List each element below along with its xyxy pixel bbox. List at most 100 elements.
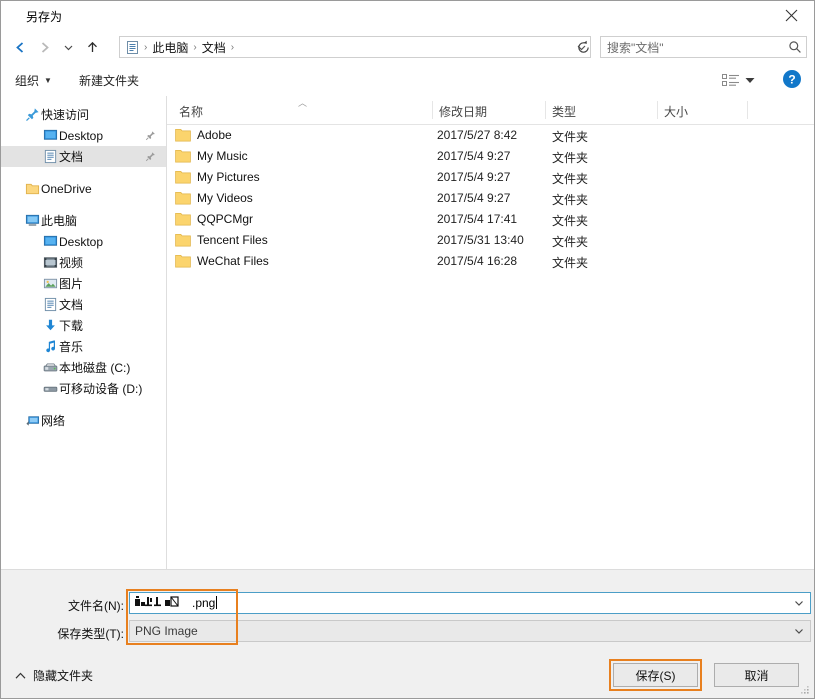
close-icon <box>785 9 798 22</box>
filetype-label: 保存类型(T): <box>26 625 124 642</box>
search-icon <box>784 40 806 54</box>
file-name: Adobe <box>197 128 232 142</box>
breadcrumb: › 此电脑 › 文档 › <box>120 37 572 57</box>
column-divider[interactable] <box>657 101 658 119</box>
column-header-type[interactable]: 类型 <box>552 103 576 120</box>
file-name: WeChat Files <box>197 254 269 268</box>
filetype-dropdown-button[interactable] <box>788 621 810 641</box>
file-date: 2017/5/27 8:42 <box>437 128 517 142</box>
sidebar-item-downloads[interactable]: 下载 <box>1 315 166 336</box>
downloads-icon <box>41 317 59 335</box>
close-button[interactable] <box>768 1 814 30</box>
folder-icon <box>175 233 191 247</box>
table-row[interactable]: Tencent Files 2017/5/31 13:40 文件夹 <box>167 230 814 251</box>
table-row[interactable]: My Music 2017/5/4 9:27 文件夹 <box>167 146 814 167</box>
search-input[interactable]: 搜索"文档" <box>601 39 784 56</box>
folder-icon <box>175 254 191 268</box>
file-date: 2017/5/4 9:27 <box>437 149 510 163</box>
sidebar-item-quick-desktop[interactable]: Desktop <box>1 125 166 146</box>
folder-icon <box>175 128 191 142</box>
table-row[interactable]: QQPCMgr 2017/5/4 17:41 文件夹 <box>167 209 814 230</box>
address-bar-row: › 此电脑 › 文档 › 搜索"文档" <box>1 31 814 63</box>
sidebar-item-local-disk-c[interactable]: 本地磁盘 (C:) <box>1 357 166 378</box>
pictures-icon <box>41 275 59 293</box>
file-type: 文件夹 <box>552 212 588 229</box>
change-view-button[interactable] <box>722 69 755 91</box>
sidebar-item-documents[interactable]: 文档 <box>1 294 166 315</box>
window-title: 另存为 <box>26 8 62 25</box>
up-one-level-button[interactable] <box>81 36 103 58</box>
music-icon <box>41 338 59 356</box>
table-row[interactable]: My Videos 2017/5/4 9:27 文件夹 <box>167 188 814 209</box>
garbled-glyphs-icon <box>135 596 191 608</box>
chevron-down-icon <box>793 597 805 609</box>
navigation-buttons <box>9 35 103 59</box>
sidebar-item-music[interactable]: 音乐 <box>1 336 166 357</box>
refresh-button[interactable] <box>572 36 594 58</box>
navigation-pane[interactable]: 快速访问 Desktop <box>1 96 167 569</box>
sidebar-item-removable-disk-d[interactable]: 可移动设备 (D:) <box>1 378 166 399</box>
file-rows: Adobe 2017/5/27 8:42 文件夹 My Music 2017/5… <box>167 125 814 272</box>
filetype-field[interactable]: PNG Image <box>129 620 811 642</box>
table-row[interactable]: WeChat Files 2017/5/4 16:28 文件夹 <box>167 251 814 272</box>
column-divider[interactable] <box>545 101 546 119</box>
sidebar-item-label: OneDrive <box>41 182 92 196</box>
table-row[interactable]: My Pictures 2017/5/4 9:27 文件夹 <box>167 167 814 188</box>
cancel-button-label: 取消 <box>744 667 768 684</box>
recent-locations-button[interactable] <box>57 36 79 58</box>
filetype-value[interactable]: PNG Image <box>130 624 788 638</box>
filename-input[interactable]: .png <box>130 596 788 610</box>
sidebar-item-label: 音乐 <box>59 338 83 355</box>
file-date: 2017/5/31 13:40 <box>437 233 524 247</box>
sidebar-item-videos[interactable]: 视频 <box>1 252 166 273</box>
hide-folders-toggle[interactable]: 隐藏文件夹 <box>15 667 93 684</box>
breadcrumb-separator[interactable]: › <box>229 42 236 53</box>
file-type: 文件夹 <box>552 170 588 187</box>
back-button[interactable] <box>9 36 31 58</box>
sidebar-item-pictures[interactable]: 图片 <box>1 273 166 294</box>
column-header-date[interactable]: 修改日期 <box>439 103 487 120</box>
pin-icon[interactable] <box>144 129 156 141</box>
sidebar-item-label: 下载 <box>59 317 83 334</box>
help-button[interactable]: ? <box>782 69 802 89</box>
file-date: 2017/5/4 9:27 <box>437 170 510 184</box>
sidebar-group-this-pc[interactable]: 此电脑 <box>1 210 166 231</box>
column-divider[interactable] <box>432 101 433 119</box>
breadcrumb-item-this-pc[interactable]: 此电脑 <box>149 39 191 56</box>
breadcrumb-separator: › <box>191 42 198 53</box>
sidebar-item-label: 可移动设备 (D:) <box>59 380 142 397</box>
column-header-size[interactable]: 大小 <box>664 103 688 120</box>
videos-icon <box>41 254 59 272</box>
hard-drive-icon <box>41 359 59 377</box>
sort-indicator: ︿ <box>298 96 307 109</box>
list-view-icon <box>722 73 740 88</box>
sidebar-item-onedrive[interactable]: OneDrive <box>1 178 166 199</box>
forward-button[interactable] <box>33 36 55 58</box>
filename-field[interactable]: .png <box>129 592 811 614</box>
breadcrumb-item-documents[interactable]: 文档 <box>199 39 229 56</box>
save-button[interactable]: 保存(S) <box>613 663 698 687</box>
filename-dropdown-button[interactable] <box>788 593 810 613</box>
organize-button[interactable]: 组织 ▼ <box>15 70 52 90</box>
sidebar-item-label: 网络 <box>41 412 65 429</box>
resize-grip-icon[interactable] <box>800 685 810 695</box>
cancel-button[interactable]: 取消 <box>714 663 799 687</box>
sidebar-item-label: 图片 <box>59 275 83 292</box>
sidebar-item-label: 此电脑 <box>41 212 77 229</box>
column-divider[interactable] <box>747 101 748 119</box>
search-box[interactable]: 搜索"文档" <box>600 36 807 58</box>
sidebar-item-quick-documents[interactable]: 文档 <box>1 146 166 167</box>
address-bar[interactable]: › 此电脑 › 文档 › <box>119 36 591 58</box>
forward-arrow-icon <box>37 40 52 55</box>
sidebar-item-network[interactable]: 网络 <box>1 410 166 431</box>
sidebar-item-pc-desktop[interactable]: Desktop <box>1 231 166 252</box>
table-row[interactable]: Adobe 2017/5/27 8:42 文件夹 <box>167 125 814 146</box>
organize-label: 组织 <box>15 72 39 89</box>
file-list-pane[interactable]: ︿ 名称 修改日期 类型 大小 Adobe 2017/5/27 8:42 文件夹… <box>167 96 814 569</box>
pin-icon[interactable] <box>144 150 156 162</box>
sidebar-item-label: 文档 <box>59 148 83 165</box>
desktop-icon <box>41 233 59 251</box>
sidebar-group-quick-access[interactable]: 快速访问 <box>1 104 166 125</box>
new-folder-button[interactable]: 新建文件夹 <box>79 70 139 90</box>
column-header-name[interactable]: 名称 <box>179 103 203 120</box>
